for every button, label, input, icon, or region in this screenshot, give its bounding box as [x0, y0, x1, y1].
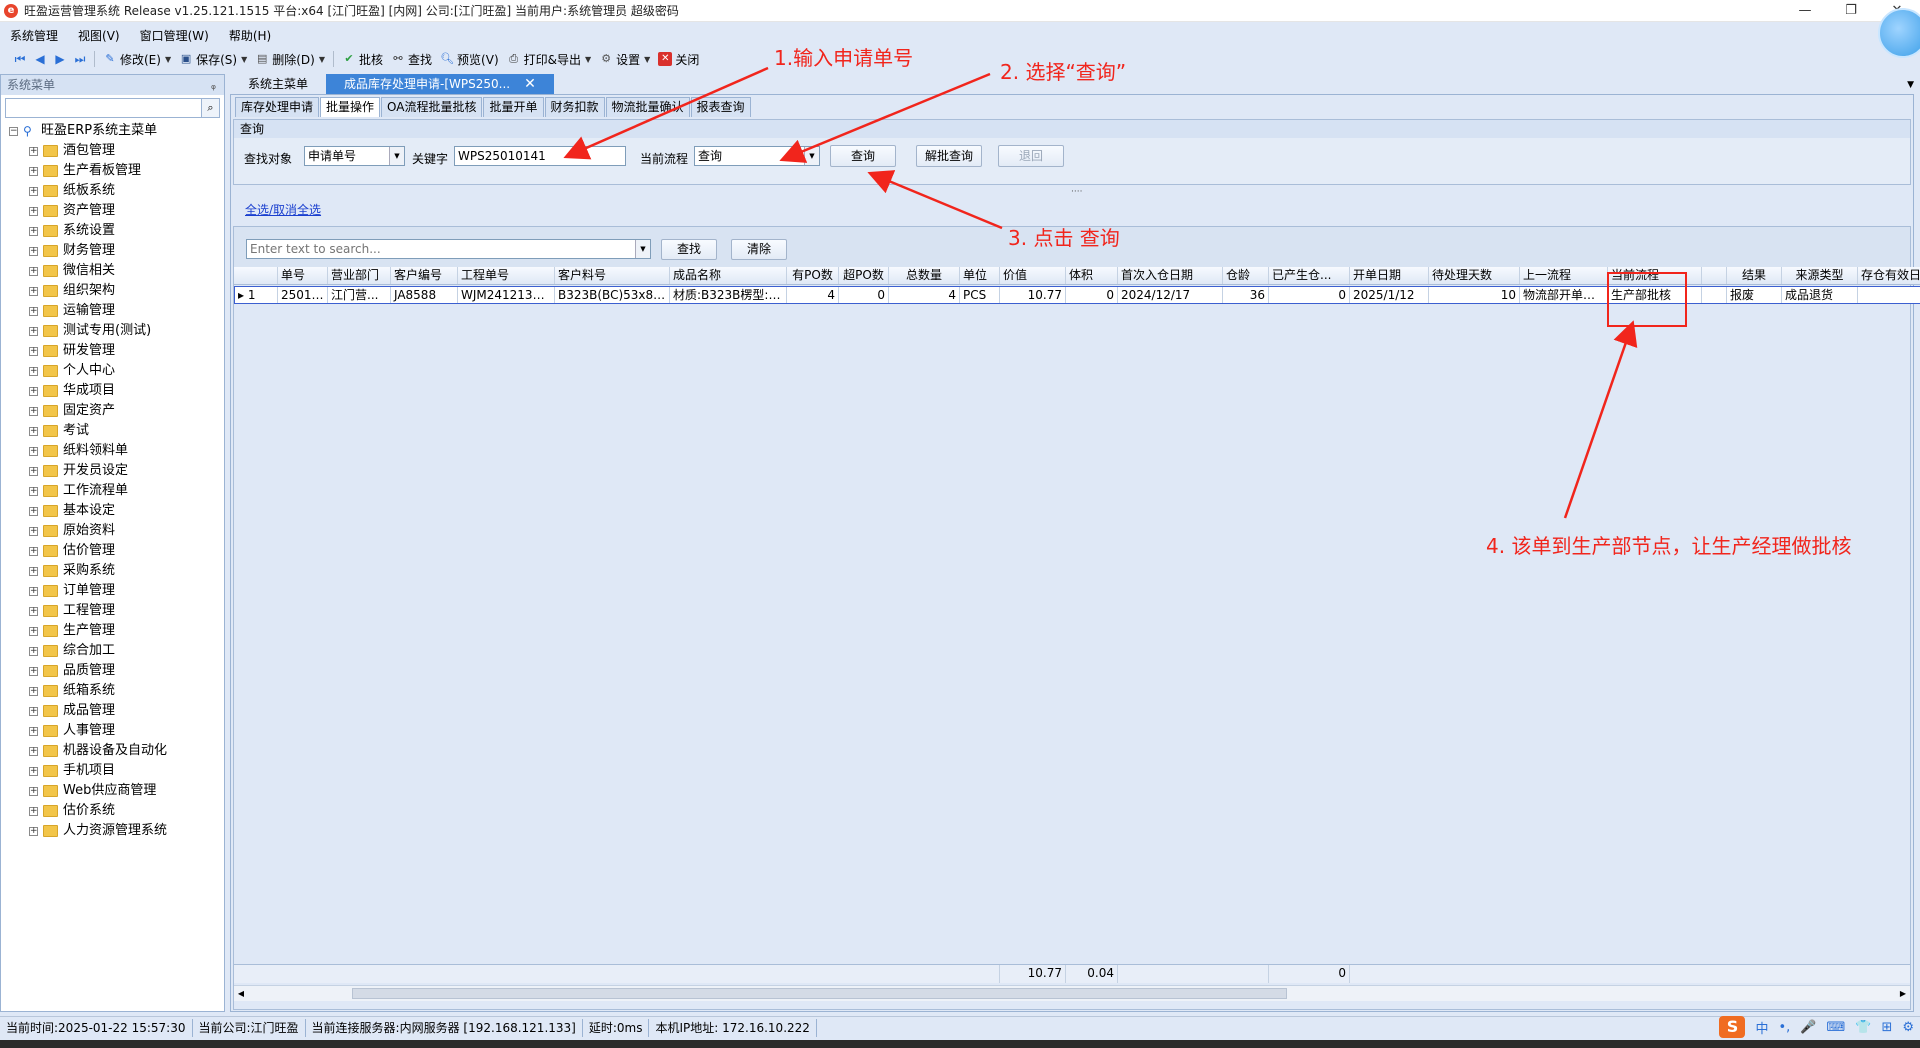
- annotation-step3: 3. 点击 查询: [1008, 226, 1120, 250]
- arrow-step2: [779, 72, 991, 163]
- annotation-step2: 2. 选择“查询”: [1000, 60, 1127, 84]
- arrow-step3: [867, 170, 1003, 230]
- annotation-step1: 1.输入申请单号: [774, 46, 914, 70]
- annotation-step4: 4. 该单到生产部节点，让生产经理做批核: [1486, 534, 1852, 558]
- annotation-arrows: [563, 66, 1638, 519]
- arrow-step1: [563, 66, 769, 160]
- arrow-step4: [1563, 320, 1638, 519]
